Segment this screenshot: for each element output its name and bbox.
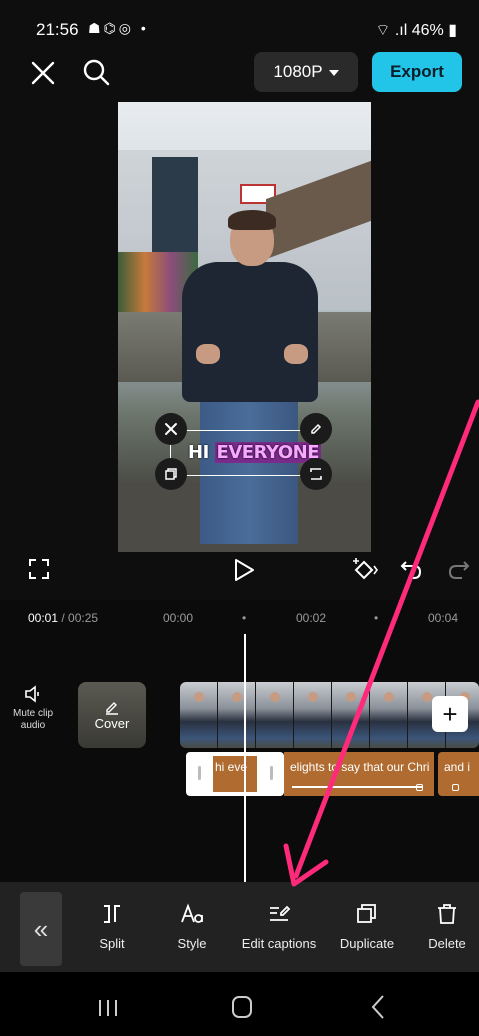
delete-button[interactable]: Delete: [407, 902, 479, 951]
time-readout: 00:01 / 00:25: [28, 611, 98, 625]
duplicate-button[interactable]: Duplicate: [327, 902, 407, 951]
delete-icon: [438, 904, 456, 924]
battery-percent: 46%: [411, 22, 444, 39]
collapse-toolbar-button[interactable]: «: [20, 892, 62, 966]
status-time: 21:56: [36, 20, 79, 39]
battery-indicator: ⌔ .ıl 46% ▮: [375, 20, 457, 40]
ruler-tick: 00:02: [296, 611, 327, 625]
split-button[interactable]: Split: [72, 902, 152, 951]
caption-clip-handle: [452, 784, 459, 791]
caption-resize-icon[interactable]: [300, 458, 332, 490]
keyframe-icon[interactable]: [350, 556, 378, 584]
mute-clip-label: Mute clip audio: [12, 708, 53, 731]
video-thumbnail: [218, 682, 256, 748]
system-nav-bar: [0, 972, 479, 1036]
preview-area: HI EVERYONE: [0, 100, 479, 600]
selected-caption-clip[interactable]: hi eve: [186, 752, 284, 796]
mute-clip-audio-button[interactable]: Mute clip audio: [6, 684, 60, 732]
edit-captions-button[interactable]: Edit captions: [239, 902, 319, 951]
cover-label: Cover: [94, 715, 130, 731]
tool-label: Edit captions: [241, 936, 317, 951]
playhead[interactable]: [244, 634, 246, 882]
tool-label: Duplicate: [339, 936, 395, 951]
fullscreen-icon[interactable]: [28, 558, 50, 580]
close-icon[interactable]: [30, 60, 56, 86]
edit-captions-icon: [270, 905, 291, 921]
time-ruler: 00:01 / 00:25 00:00 • 00:02 • 00:04: [0, 608, 479, 628]
caption-track[interactable]: elights to say that our Chri and i hi ev…: [186, 752, 479, 796]
trim-handle-right[interactable]: [270, 766, 273, 780]
redo-icon[interactable]: [448, 558, 470, 580]
caption-delete-icon[interactable]: [155, 413, 187, 445]
person-body: [182, 262, 318, 402]
current-time: 00:01: [28, 611, 59, 625]
caption-clip[interactable]: and i: [438, 752, 479, 796]
caption-clip-handle: [416, 784, 423, 791]
tool-label: Split: [99, 936, 125, 951]
export-button[interactable]: Export: [372, 52, 462, 92]
total-time: / 00:25: [58, 611, 99, 625]
caption-word-1: HI: [188, 442, 209, 463]
ruler-tick: 00:04: [428, 611, 459, 625]
video-thumbnail: [370, 682, 408, 748]
selected-caption-body: hi eve: [213, 756, 257, 792]
battery-icon: ▮: [443, 22, 457, 39]
selected-caption-text: hi eve: [215, 760, 248, 774]
top-bar: 1080P Export: [0, 46, 479, 100]
caption-overlay-text[interactable]: HI EVERYONE: [188, 442, 321, 463]
play-icon[interactable]: [233, 558, 255, 582]
tool-label: Delete: [428, 936, 466, 951]
speaker-icon: [25, 685, 39, 703]
undo-icon[interactable]: [400, 558, 422, 580]
tool-label: Style: [177, 936, 207, 951]
ruler-tick: •: [374, 611, 379, 625]
caption-edit-icon[interactable]: [300, 413, 332, 445]
caption-copy-icon[interactable]: [155, 458, 187, 490]
caption-word-2: EVERYONE: [214, 442, 321, 463]
back-icon[interactable]: [370, 994, 386, 1020]
notification-icons: ☗⌬◎ •: [88, 20, 149, 36]
timeline[interactable]: 00:01 / 00:25 00:00 • 00:02 • 00:04 Mute…: [0, 600, 479, 882]
video-thumbnail: [294, 682, 332, 748]
ruler-tick: •: [242, 611, 247, 625]
caption-clip-text: and i: [444, 760, 471, 774]
resolution-dropdown[interactable]: 1080P: [254, 52, 358, 92]
resolution-value: 1080P: [273, 62, 323, 81]
cover-button[interactable]: Cover: [78, 682, 146, 748]
add-clip-button[interactable]: +: [432, 696, 468, 732]
split-icon: [104, 905, 120, 923]
caption-clip-line: [292, 786, 422, 788]
caption-clip[interactable]: elights to say that our Chri: [284, 752, 434, 796]
preview-window: [152, 157, 198, 267]
bottom-toolbar: « Split Style Edit captions Duplicate De…: [0, 882, 479, 972]
video-thumbnail: [180, 682, 218, 748]
home-icon[interactable]: [232, 996, 252, 1018]
person-hand-right: [284, 344, 308, 364]
ruler-tick: 00:00: [163, 611, 194, 625]
pencil-icon: [106, 701, 118, 715]
person-hand-left: [196, 344, 220, 364]
video-thumbnail: [256, 682, 294, 748]
style-icon: [181, 903, 203, 923]
video-thumbnail: [332, 682, 370, 748]
recents-icon[interactable]: [96, 998, 120, 1018]
caption-clip-text: elights to say that our Chri: [290, 760, 430, 774]
search-icon[interactable]: [82, 58, 110, 86]
signal-icon: ⌔ .ıl: [375, 22, 412, 39]
chevron-down-icon: [328, 70, 339, 76]
person-hair: [228, 210, 276, 230]
duplicate-icon: [357, 904, 376, 923]
trim-handle-left[interactable]: [198, 766, 201, 780]
style-button[interactable]: Style: [152, 902, 232, 951]
video-preview[interactable]: [118, 102, 371, 552]
